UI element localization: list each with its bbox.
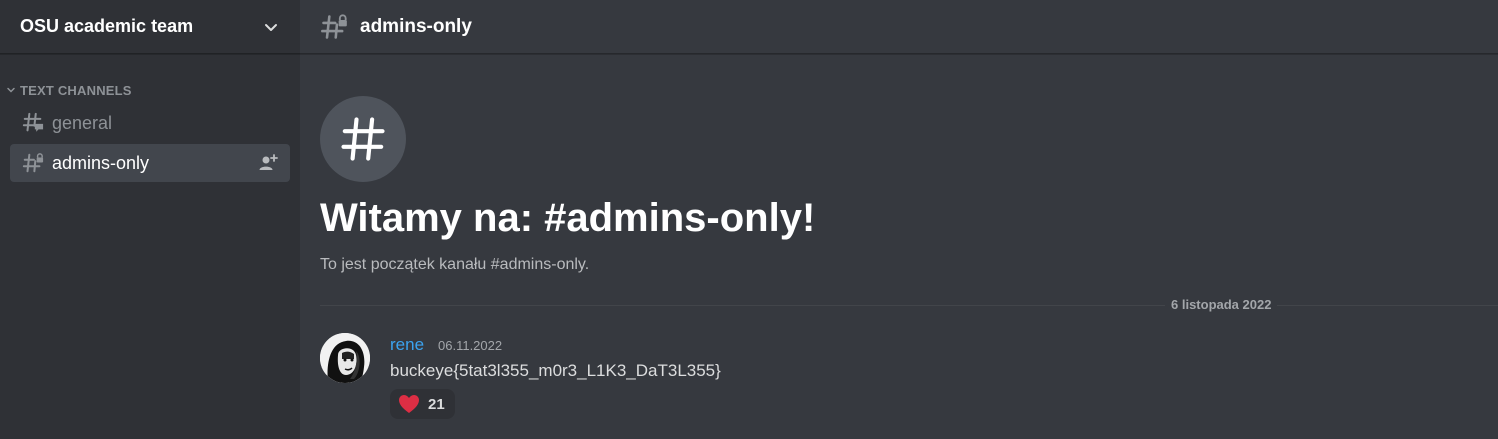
add-member-icon[interactable] — [258, 153, 278, 173]
message: rene 06.11.2022 buckeye{5tat3l355_m0r3_L… — [320, 333, 1470, 433]
message-content: buckeye{5tat3l355_m0r3_L1K3_DaT3L355} — [390, 361, 721, 380]
category-chevron-icon — [7, 87, 15, 93]
reaction-button[interactable]: 21 — [390, 389, 455, 419]
server-header[interactable]: OSU academic team — [0, 0, 300, 54]
user-avatar-image — [320, 333, 370, 383]
heart-icon — [399, 395, 419, 413]
hashtag-lock-icon — [321, 13, 347, 39]
channel-name: general — [52, 112, 113, 133]
message-timestamp: 06.11.2022 — [438, 338, 503, 353]
channel-sidebar: OSU academic team TEXT CHANNELS general … — [0, 0, 300, 439]
date-divider-label: 6 listopada 2022 — [1165, 297, 1278, 312]
channel-item-general[interactable]: general — [10, 104, 290, 142]
message-author[interactable]: rene — [390, 335, 424, 355]
chat-area: admins-only Witamy na: #admins-only! To … — [300, 0, 1498, 439]
welcome-icon-circle — [320, 96, 406, 182]
category-label: TEXT CHANNELS — [20, 82, 132, 98]
hashtag-icon — [341, 117, 385, 161]
welcome-title: Witamy na: #admins-only! — [320, 196, 816, 240]
server-name: OSU academic team — [20, 16, 194, 36]
chevron-down-icon — [265, 23, 277, 31]
hashtag-lock-icon — [22, 153, 44, 173]
channel-list: general admins-only — [0, 104, 300, 182]
date-divider — [320, 305, 1498, 306]
reaction-count: 21 — [428, 395, 445, 413]
channel-header: admins-only — [300, 0, 1498, 54]
channel-item-admins-only[interactable]: admins-only — [10, 144, 290, 182]
welcome-subtitle: To jest początek kanału #admins-only. — [320, 256, 590, 273]
avatar[interactable] — [320, 333, 370, 383]
channel-title: admins-only — [360, 15, 472, 37]
channel-welcome: Witamy na: #admins-only! To jest począte… — [320, 96, 815, 273]
category-header[interactable]: TEXT CHANNELS — [0, 80, 300, 100]
channel-name: admins-only — [52, 152, 150, 173]
hashtag-chat-icon — [22, 112, 44, 132]
